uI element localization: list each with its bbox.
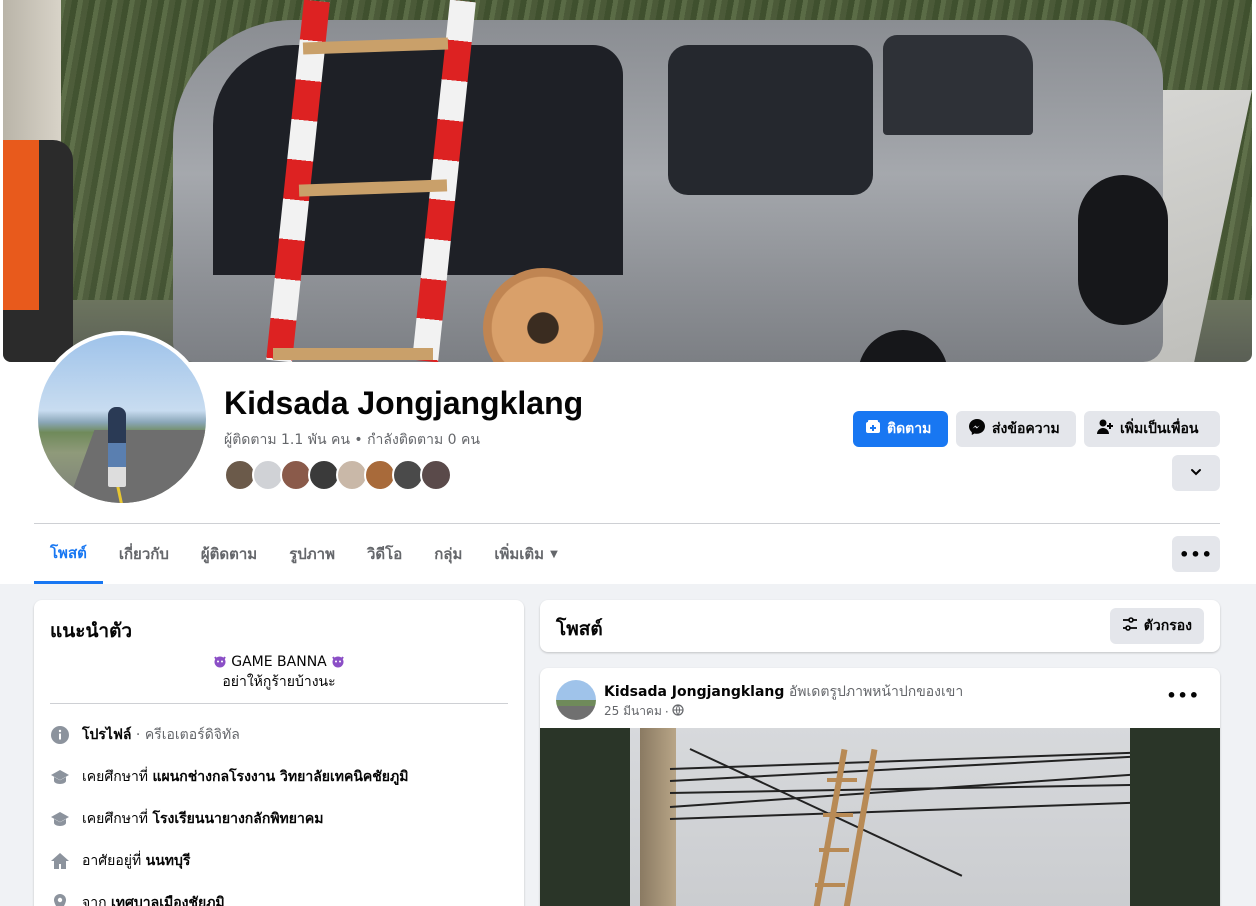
follower-count[interactable]: ผู้ติดตาม 1.1 พัน คน • กำลังติดตาม 0 คน <box>224 429 480 451</box>
post-options-button[interactable]: ••• <box>1166 686 1200 705</box>
caret-down-icon: ▼ <box>550 548 558 560</box>
graduation-cap-icon <box>50 767 70 787</box>
post-image[interactable] <box>540 728 1220 906</box>
profile-tabs: โพสต์ เกี่ยวกับ ผู้ติดตาม รูปภาพ วิดีโอ … <box>34 524 574 584</box>
filter-button[interactable]: ตัวกรอง <box>1109 608 1204 644</box>
add-friend-button[interactable]: เพิ่มเป็นเพื่อน <box>1084 411 1220 447</box>
cover-photo[interactable] <box>3 0 1252 362</box>
post-card: Kidsada Jongjangklang อัพเดตรูปภาพหน้าปก… <box>540 668 1220 906</box>
more-options-button[interactable]: ••• <box>1172 536 1220 572</box>
intro-row-education-2: เคยศึกษาที่ โรงเรียนนายางกลักพิทยาคม <box>50 808 323 830</box>
post-author-name[interactable]: Kidsada Jongjangklang <box>604 684 784 700</box>
message-label: ส่งข้อความ <box>992 421 1060 437</box>
follower-avatar[interactable] <box>420 459 452 491</box>
graduation-cap-icon <box>50 809 70 829</box>
add-user-icon <box>1096 418 1114 440</box>
tab-followers[interactable]: ผู้ติดตาม <box>185 524 273 584</box>
tab-photos[interactable]: รูปภาพ <box>273 524 351 584</box>
post-header: Kidsada Jongjangklang อัพเดตรูปภาพหน้าปก… <box>604 681 963 703</box>
follow-icon <box>865 419 881 439</box>
bio-divider <box>50 703 508 704</box>
post-date[interactable]: 25 มีนาคม <box>604 702 662 721</box>
bio: GAME BANNA อย่าให้กูร้ายบ้างนะ <box>50 652 508 692</box>
post-meta: 25 มีนาคม · <box>604 702 684 721</box>
filter-sliders-icon <box>1122 616 1138 636</box>
devil-emoji-icon <box>331 654 345 670</box>
profile-avatar[interactable] <box>34 331 210 507</box>
intro-row-profile: โปรไฟล์ · ครีเอเตอร์ดิจิทัล <box>50 724 240 746</box>
devil-emoji-icon <box>213 654 231 670</box>
tab-about[interactable]: เกี่ยวกับ <box>103 524 185 584</box>
profile-header: Kidsada Jongjangklang ผู้ติดตาม 1.1 พัน … <box>0 0 1256 584</box>
expand-button[interactable] <box>1172 455 1220 491</box>
tab-more[interactable]: เพิ่มเติม ▼ <box>478 524 573 584</box>
location-pin-icon <box>50 893 70 906</box>
intro-row-education-1: เคยศึกษาที่ แผนกช่างกลโรงงาน วิทยาลัยเทค… <box>50 766 408 788</box>
profile-name: Kidsada Jongjangklang <box>224 385 584 421</box>
follow-label: ติดตาม <box>887 421 932 437</box>
follow-button[interactable]: ติดตาม <box>853 411 948 447</box>
globe-icon[interactable] <box>672 704 684 719</box>
follower-avatars[interactable] <box>224 459 452 491</box>
ellipsis-icon: ••• <box>1179 544 1213 564</box>
message-button[interactable]: ส่งข้อความ <box>956 411 1076 447</box>
bio-line-2: อย่าให้กูร้ายบ้างนะ <box>222 674 336 690</box>
messenger-icon <box>968 418 986 440</box>
tab-posts[interactable]: โพสต์ <box>34 524 103 584</box>
add-friend-label: เพิ่มเป็นเพื่อน <box>1120 421 1199 437</box>
ellipsis-icon: ••• <box>1166 686 1200 705</box>
intro-card: แนะนำตัว GAME BANNA อย่าให้กูร้ายบ้างนะ … <box>34 600 524 906</box>
posts-header-card: โพสต์ ตัวกรอง <box>540 600 1220 652</box>
tab-videos[interactable]: วิดีโอ <box>351 524 418 584</box>
posts-title: โพสต์ <box>556 618 603 640</box>
intro-title: แนะนำตัว <box>50 620 133 642</box>
intro-row-lives-in: อาศัยอยู่ที่ นนทบุรี <box>50 850 190 872</box>
tab-groups[interactable]: กลุ่ม <box>418 524 478 584</box>
post-activity: อัพเดตรูปภาพหน้าปกของเขา <box>784 684 964 700</box>
post-author-avatar[interactable] <box>556 680 596 720</box>
chevron-down-icon <box>1189 464 1203 483</box>
bio-line-1: GAME BANNA <box>231 654 327 670</box>
intro-row-from: จาก เทศบาลเมืองชัยภูมิ <box>50 892 225 906</box>
home-icon <box>50 851 70 871</box>
filter-label: ตัวกรอง <box>1143 618 1192 634</box>
info-icon <box>50 725 70 745</box>
